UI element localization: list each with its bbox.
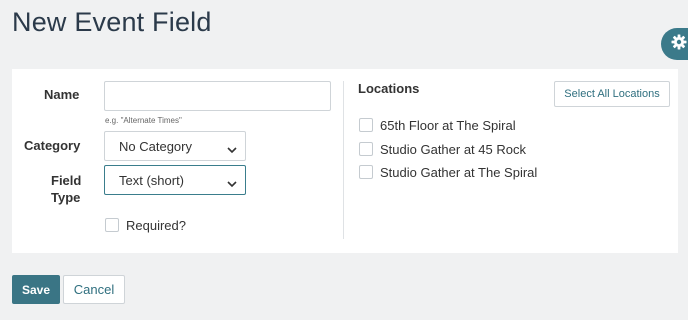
category-select-value: No Category	[119, 138, 192, 154]
locations-title: Locations	[358, 81, 420, 96]
chevron-down-icon	[227, 176, 237, 191]
cancel-button[interactable]: Cancel	[63, 275, 125, 304]
name-label: Name	[44, 87, 80, 102]
name-hint: e.g. "Alternate Times"	[105, 116, 182, 125]
chevron-down-icon	[227, 142, 237, 157]
location-label: Studio Gather at The Spiral	[380, 165, 538, 180]
name-input[interactable]	[104, 81, 331, 111]
select-all-locations-button[interactable]: Select All Locations	[554, 81, 670, 107]
location-label: 65th Floor at The Spiral	[380, 118, 516, 133]
required-checkbox[interactable]	[105, 218, 119, 232]
gear-icon	[671, 34, 687, 55]
location-label: Studio Gather at 45 Rock	[380, 142, 526, 157]
field-type-select-value: Text (short)	[119, 172, 185, 188]
location-checkbox[interactable]	[359, 165, 373, 179]
field-type-label-line2: Type	[51, 190, 81, 205]
save-button[interactable]: Save	[12, 275, 60, 304]
event-field-form-card: Name e.g. "Alternate Times" Category No …	[12, 69, 678, 253]
field-type-label-line1: Field	[51, 173, 82, 188]
required-label: Required?	[126, 218, 186, 233]
category-label: Category	[24, 138, 81, 153]
column-divider	[343, 81, 344, 239]
location-checkbox[interactable]	[359, 118, 373, 132]
field-type-select[interactable]: Text (short)	[104, 165, 246, 195]
category-select[interactable]: No Category	[104, 131, 246, 161]
settings-tab[interactable]	[661, 28, 688, 60]
page-title: New Event Field	[12, 7, 212, 37]
location-checkbox[interactable]	[359, 142, 373, 156]
